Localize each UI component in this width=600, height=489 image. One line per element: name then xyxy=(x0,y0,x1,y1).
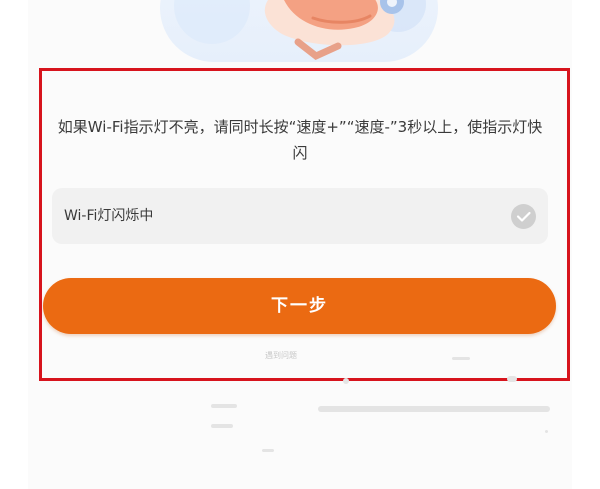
faint-background-text xyxy=(211,357,550,452)
